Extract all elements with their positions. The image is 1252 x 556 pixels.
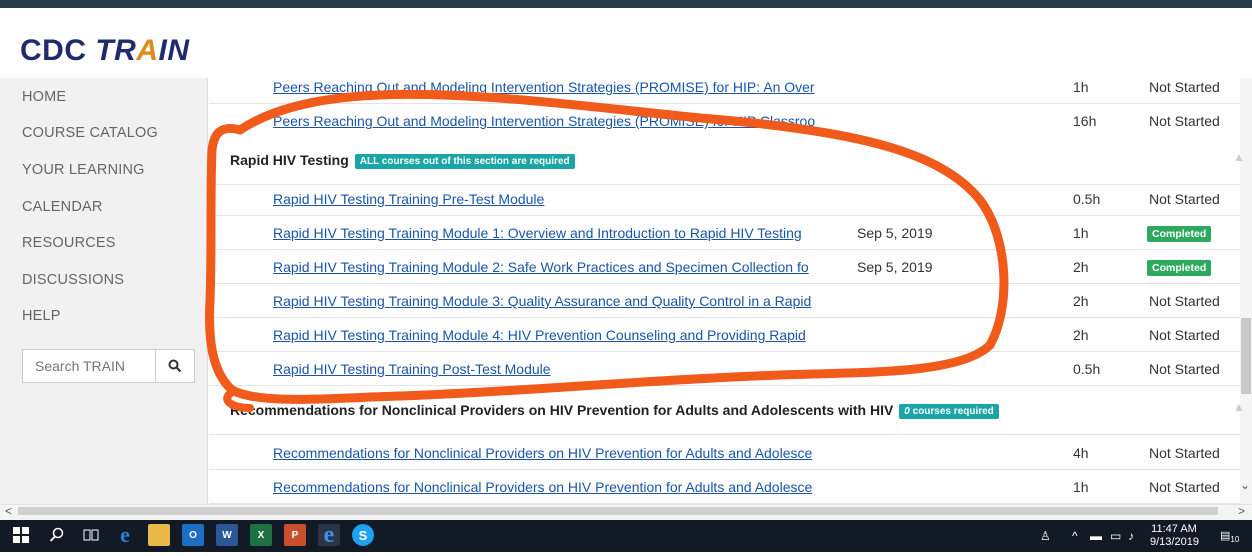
- clock-date: 9/13/2019: [1150, 536, 1199, 548]
- course-status: Not Started: [1149, 79, 1220, 95]
- course-link[interactable]: Rapid HIV Testing Training Module 1: Ove…: [273, 216, 839, 250]
- sidebar: HOME COURSE CATALOG YOUR LEARNING CALEND…: [0, 78, 208, 504]
- chevron-down-icon[interactable]: ⌄: [1240, 478, 1250, 492]
- table-row: Rapid HIV Testing Training Module 4: HIV…: [209, 318, 1240, 352]
- search-icon[interactable]: [46, 524, 68, 546]
- search-icon: [168, 359, 182, 373]
- course-link[interactable]: Rapid HIV Testing Training Pre-Test Modu…: [273, 182, 839, 216]
- clock-time: 11:47 AM: [1151, 523, 1197, 535]
- course-list: Peers Reaching Out and Modeling Interven…: [209, 78, 1240, 504]
- nav-home[interactable]: HOME: [22, 89, 66, 105]
- completion-date: Sep 5, 2019: [857, 225, 933, 241]
- cdc-train-logo[interactable]: CDC TRAIN: [20, 34, 190, 68]
- course-link[interactable]: Rapid HIV Testing Training Module 4: HIV…: [273, 318, 839, 352]
- system-clock[interactable]: 11:47 AM 9/13/2019: [1150, 523, 1199, 549]
- notifications-icon[interactable]: ▤10: [1220, 520, 1239, 552]
- section-header-recommendations[interactable]: Recommendations for Nonclinical Provider…: [209, 387, 1240, 435]
- scroll-up-arrow-icon[interactable]: ▲: [1233, 150, 1245, 164]
- course-status: Not Started: [1149, 113, 1220, 129]
- course-hours: 1h: [1073, 225, 1089, 241]
- course-link[interactable]: Recommendations for Nonclinical Provider…: [273, 436, 839, 470]
- completion-date: Sep 5, 2019: [857, 259, 933, 275]
- table-row: Recommendations for Nonclinical Provider…: [209, 470, 1240, 504]
- volume-icon[interactable]: ♪: [1128, 520, 1134, 552]
- course-status: Not Started: [1149, 191, 1220, 207]
- windows-taskbar: e O W X P e S ♙ ^ ▬ ▭ ♪ 11:47 AM 9/13/20…: [0, 520, 1252, 552]
- vertical-scrollbar[interactable]: [1240, 78, 1252, 504]
- excel-icon[interactable]: X: [250, 524, 272, 546]
- required-badge: ALL courses out of this section are requ…: [354, 154, 575, 169]
- table-row: Peers Reaching Out and Modeling Interven…: [209, 104, 1240, 138]
- word-icon[interactable]: W: [216, 524, 238, 546]
- course-link[interactable]: Rapid HIV Testing Training Module 2: Saf…: [273, 250, 839, 284]
- notification-count: 10: [1230, 535, 1240, 545]
- search-box: [22, 349, 195, 383]
- powerpoint-icon[interactable]: P: [284, 524, 306, 546]
- outlook-icon[interactable]: O: [182, 524, 204, 546]
- course-status: Not Started: [1149, 479, 1220, 495]
- edge-icon[interactable]: e: [114, 522, 136, 547]
- course-hours: 2h: [1073, 293, 1089, 309]
- nav-calendar[interactable]: CALENDAR: [22, 199, 103, 215]
- windows-start-icon[interactable]: [10, 524, 32, 546]
- course-hours: 2h: [1073, 327, 1089, 343]
- battery-icon[interactable]: ▬: [1090, 520, 1102, 552]
- required-badge: 0 courses required: [899, 404, 999, 419]
- section-title: Recommendations for Nonclinical Provider…: [230, 402, 999, 419]
- course-hours: 1h: [1073, 79, 1089, 95]
- task-view-icon[interactable]: [80, 524, 102, 546]
- course-status: Not Started: [1149, 327, 1220, 343]
- file-explorer-icon[interactable]: [148, 524, 170, 546]
- vertical-scroll-thumb[interactable]: [1241, 318, 1251, 394]
- top-bar: [0, 0, 1252, 8]
- search-input[interactable]: [23, 350, 156, 382]
- table-row: Rapid HIV Testing Training Pre-Test Modu…: [209, 182, 1240, 216]
- course-hours: 0.5h: [1073, 361, 1101, 377]
- nav-course-catalog[interactable]: COURSE CATALOG: [22, 125, 158, 141]
- scroll-right-arrow-icon[interactable]: >: [1238, 504, 1245, 518]
- skype-icon[interactable]: S: [352, 524, 374, 546]
- section-title: Rapid HIV Testing ALL courses out of this…: [230, 152, 575, 169]
- course-status: Not Started: [1149, 293, 1220, 309]
- search-button[interactable]: [156, 350, 194, 382]
- nav-help[interactable]: HELP: [22, 308, 61, 324]
- course-hours: 2h: [1073, 259, 1089, 275]
- course-hours: 0.5h: [1073, 191, 1101, 207]
- course-link[interactable]: Peers Reaching Out and Modeling Interven…: [273, 78, 839, 104]
- course-hours: 4h: [1073, 445, 1089, 461]
- table-row: Rapid HIV Testing Training Post-Test Mod…: [209, 352, 1240, 386]
- nav-discussions[interactable]: DISCUSSIONS: [22, 272, 124, 288]
- horizontal-scroll-thumb[interactable]: [18, 507, 1218, 515]
- course-link[interactable]: Rapid HIV Testing Training Post-Test Mod…: [273, 352, 839, 386]
- scroll-left-arrow-icon[interactable]: <: [5, 504, 12, 518]
- network-icon[interactable]: ▭: [1110, 520, 1121, 552]
- table-row: Recommendations for Nonclinical Provider…: [209, 436, 1240, 470]
- course-status: Not Started: [1149, 445, 1220, 461]
- completed-badge: Completed: [1147, 226, 1212, 242]
- people-icon[interactable]: ♙: [1040, 520, 1051, 552]
- chevron-up-icon[interactable]: ^: [1072, 520, 1078, 552]
- scroll-up-arrow-icon[interactable]: ▲: [1233, 400, 1245, 414]
- course-link[interactable]: Rapid HIV Testing Training Module 3: Qua…: [273, 284, 839, 318]
- table-row: Rapid HIV Testing Training Module 1: Ove…: [209, 216, 1240, 250]
- table-row: Rapid HIV Testing Training Module 2: Saf…: [209, 250, 1240, 284]
- course-link[interactable]: Peers Reaching Out and Modeling Interven…: [273, 104, 839, 138]
- nav-your-learning[interactable]: YOUR LEARNING: [22, 162, 145, 178]
- course-link[interactable]: Recommendations for Nonclinical Provider…: [273, 470, 839, 504]
- course-status: Not Started: [1149, 361, 1220, 377]
- section-header-rapid-hiv[interactable]: Rapid HIV Testing ALL courses out of this…: [209, 137, 1240, 185]
- completed-badge: Completed: [1147, 260, 1212, 276]
- table-row: Rapid HIV Testing Training Module 3: Qua…: [209, 284, 1240, 318]
- internet-explorer-icon[interactable]: e: [318, 522, 340, 548]
- nav-resources[interactable]: RESOURCES: [22, 235, 116, 251]
- course-hours: 1h: [1073, 479, 1089, 495]
- table-row: Peers Reaching Out and Modeling Interven…: [209, 78, 1240, 104]
- course-hours: 16h: [1073, 113, 1097, 129]
